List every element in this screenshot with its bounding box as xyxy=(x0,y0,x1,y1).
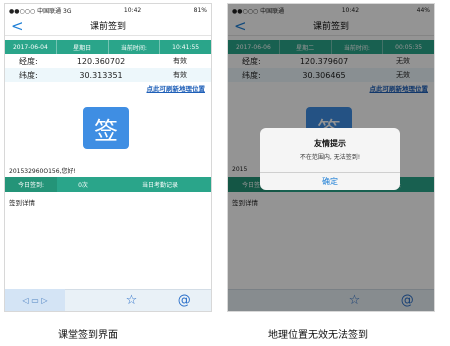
sign-in-button[interactable]: 签 xyxy=(83,107,129,149)
current-time-label: 当前时间: xyxy=(109,40,161,54)
carrier: ●●○○○ 中国联通 3G xyxy=(9,7,72,15)
back-icon[interactable]: < xyxy=(11,17,24,35)
longitude-status: 有效 xyxy=(173,57,187,65)
browser-nav-strip[interactable]: ◁ ▭ ▷ xyxy=(5,289,65,311)
today-sign-row: 今日签到: 0次 当日考勤记录 xyxy=(5,177,211,192)
alert-dialog: 友情提示 不在范围内, 无法签到! 确定 xyxy=(260,128,400,190)
weekday: 星期日 xyxy=(57,40,109,54)
at-icon[interactable]: @ xyxy=(178,293,191,308)
today-sign-label: 今日签到: xyxy=(5,177,57,192)
longitude-value: 120.360702 xyxy=(76,56,126,66)
alert-ok-button[interactable]: 确定 xyxy=(260,172,400,190)
sign-detail-label: 签到详情 xyxy=(9,199,35,207)
current-time: 10:41:55 xyxy=(172,43,200,51)
longitude-row: 经度: 120.360702 有效 xyxy=(5,54,211,68)
alert-message: 不在范围内, 无法签到! xyxy=(299,154,361,161)
longitude-label: 经度: xyxy=(19,56,38,66)
page-title: 课前签到 xyxy=(89,22,126,32)
latitude-status: 有效 xyxy=(173,71,187,79)
today-sign-count: 0次 xyxy=(78,182,88,189)
battery: 81% xyxy=(193,6,207,14)
date: 2017-06-04 xyxy=(5,40,57,54)
phone-screen-normal: ●●○○○ 中国联通 3G 10:42 81% < 课前签到 2017-06-0… xyxy=(4,3,212,312)
latitude-value: 30.313351 xyxy=(79,70,123,80)
star-icon[interactable]: ☆ xyxy=(126,293,138,308)
alert-title: 友情提示 xyxy=(314,139,346,148)
caption-left: 课堂签到界面 xyxy=(58,330,118,341)
status-bar: ●●○○○ 中国联通 3G 10:42 81% xyxy=(5,4,211,16)
phone-screen-invalid: ●●○○○ 中国联通 10:42 44% < 课前签到 2017-06-06 星… xyxy=(227,3,435,312)
today-records-button[interactable]: 当日考勤记录 xyxy=(109,177,211,192)
latitude-label: 纬度: xyxy=(19,70,38,80)
refresh-location-link[interactable]: 点此可刷新地理位置 xyxy=(5,82,211,96)
latitude-row: 纬度: 30.313351 有效 xyxy=(5,68,211,82)
caption-right: 地理位置无效无法签到 xyxy=(268,330,368,341)
clock: 10:42 xyxy=(123,6,142,14)
nav-bar: < 课前签到 xyxy=(5,16,211,36)
greeting-text: 201532960O156,您好! xyxy=(9,168,76,175)
date-row: 2017-06-04 星期日 当前时间: 10:41:55 xyxy=(5,40,211,54)
